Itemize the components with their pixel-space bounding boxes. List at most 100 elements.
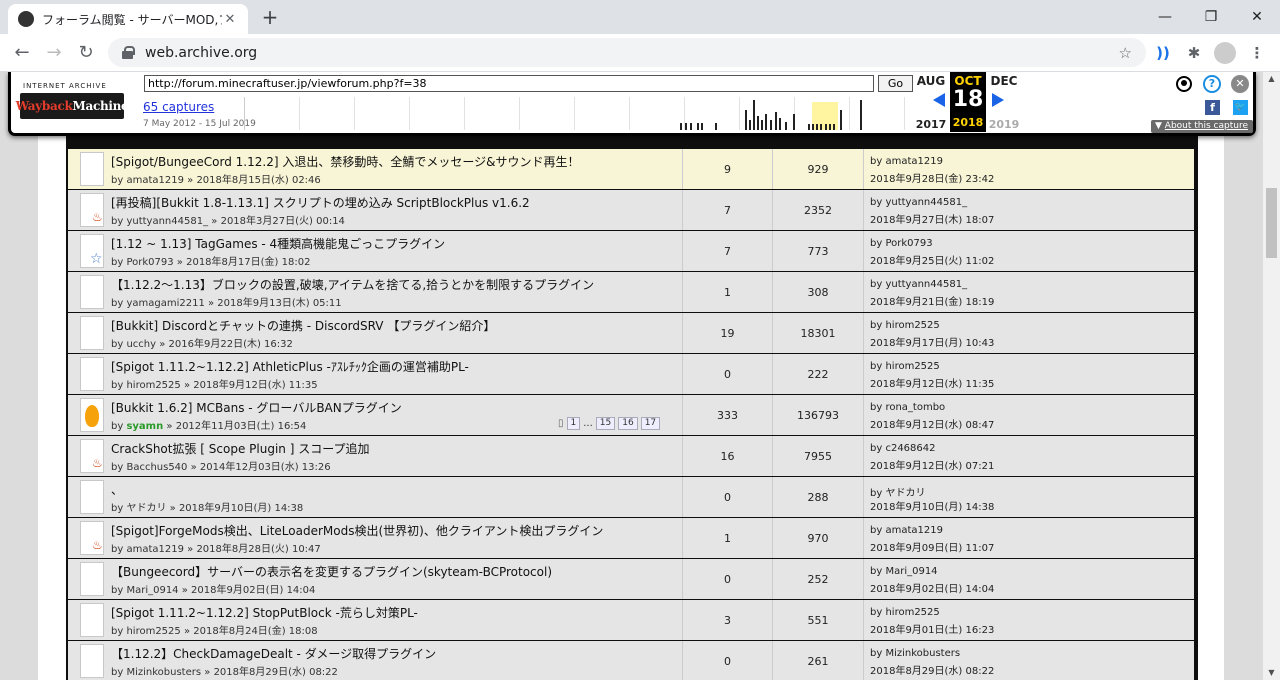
capture-bar[interactable] bbox=[829, 124, 831, 130]
topic-author-link[interactable]: Mizinkobusters bbox=[126, 667, 201, 678]
scroll-down-icon[interactable]: ▼ bbox=[1263, 666, 1280, 680]
capture-bar[interactable] bbox=[793, 114, 795, 130]
topic-author-link[interactable]: ヤドカリ bbox=[126, 503, 166, 514]
next-year-label[interactable]: 2019 bbox=[986, 118, 1022, 131]
restore-icon[interactable]: ❐ bbox=[1188, 0, 1234, 34]
facebook-icon[interactable]: f bbox=[1205, 100, 1220, 115]
prev-capture-icon[interactable] bbox=[931, 88, 947, 112]
sparkline-year-cell[interactable] bbox=[465, 97, 520, 130]
address-bar[interactable]: web.archive.org ☆ bbox=[108, 38, 1146, 67]
sparkline-year-cell[interactable] bbox=[575, 97, 630, 130]
topic-title-link[interactable]: [Spigot 1.11.2~1.12.2] AthleticPlus -ｱｽﾚ… bbox=[111, 358, 469, 375]
close-window-icon[interactable]: ✕ bbox=[1234, 0, 1280, 34]
captures-link[interactable]: 65 captures bbox=[143, 100, 214, 114]
bookmark-star-icon[interactable]: ☆ bbox=[1119, 44, 1132, 62]
sparkline-year-cell[interactable] bbox=[410, 97, 465, 130]
page-link[interactable]: 1 bbox=[566, 417, 581, 430]
capture-bar[interactable] bbox=[753, 100, 755, 130]
topic-author-link[interactable]: yamagami2211 bbox=[126, 298, 204, 309]
sparkline-year-cell[interactable] bbox=[630, 97, 685, 130]
sparkline-year-cell[interactable] bbox=[245, 97, 300, 130]
next-month-label[interactable]: DEC bbox=[986, 74, 1022, 88]
last-poster-link[interactable]: c2468642 bbox=[885, 443, 935, 454]
capture-bar[interactable] bbox=[715, 123, 717, 130]
extensions-puzzle-icon[interactable]: ✱ bbox=[1183, 42, 1205, 64]
topic-title-link[interactable]: CrackShot拡張 [ Scope Plugin ] スコープ追加 bbox=[111, 440, 370, 457]
sparkline-year-cell[interactable] bbox=[685, 97, 740, 130]
capture-bar[interactable] bbox=[745, 110, 747, 130]
capture-bar[interactable] bbox=[840, 110, 842, 130]
next-capture-icon[interactable] bbox=[990, 88, 1006, 112]
page-link[interactable]: 16 bbox=[618, 417, 638, 430]
capture-bar[interactable] bbox=[749, 120, 751, 130]
topic-title-link[interactable]: 【1.12.2〜1.13】ブロックの設置,破壊,アイテムを捨てる,拾うとかを制限… bbox=[111, 276, 594, 293]
topic-title-link[interactable]: [Bukkit] Discordとチャットの連携 - DiscordSRV 【プ… bbox=[111, 317, 495, 334]
prev-month-label[interactable]: AUG bbox=[913, 74, 949, 88]
forward-icon[interactable]: → bbox=[42, 41, 66, 65]
capture-bar[interactable] bbox=[757, 116, 759, 130]
capture-bar[interactable] bbox=[697, 123, 699, 130]
topic-author-link[interactable]: amata1219 bbox=[126, 175, 184, 186]
capture-bar[interactable] bbox=[761, 120, 763, 130]
capture-bar[interactable] bbox=[825, 124, 827, 130]
extension-wave-icon[interactable]: )) bbox=[1152, 42, 1174, 64]
topic-author-link[interactable]: hirom2525 bbox=[126, 380, 180, 391]
last-poster-link[interactable]: amata1219 bbox=[885, 525, 943, 536]
page-link[interactable]: 15 bbox=[595, 417, 616, 430]
last-poster-link[interactable]: yuttyann44581_ bbox=[885, 197, 967, 208]
last-poster-link[interactable]: Mizinkobusters bbox=[885, 648, 960, 659]
sparkline-year-cell[interactable] bbox=[300, 97, 355, 130]
capture-bar[interactable] bbox=[680, 123, 682, 130]
last-poster-link[interactable]: Mari_0914 bbox=[885, 566, 937, 577]
topic-author-link[interactable]: hirom2525 bbox=[126, 626, 180, 637]
scrollbar[interactable]: ▲ ▼ bbox=[1263, 72, 1280, 680]
capture-bar[interactable] bbox=[785, 122, 787, 130]
capture-sparkline[interactable] bbox=[244, 97, 909, 130]
capture-bar[interactable] bbox=[820, 124, 822, 130]
topic-author-link[interactable]: Pork0793 bbox=[126, 257, 173, 268]
last-poster-link[interactable]: hirom2525 bbox=[885, 361, 939, 372]
topic-title-link[interactable]: 、 bbox=[111, 481, 123, 498]
wayback-url-input[interactable]: http://forum.minecraftuser.jp/viewforum.… bbox=[144, 75, 874, 92]
topic-author-link[interactable]: ucchy bbox=[126, 339, 156, 350]
minimize-icon[interactable]: — bbox=[1142, 0, 1188, 34]
topic-title-link[interactable]: [Spigot]ForgeMods検出、LiteLoaderMods検出(世界初… bbox=[111, 522, 603, 539]
capture-bar[interactable] bbox=[770, 120, 772, 130]
topic-title-link[interactable]: [Bukkit 1.6.2] MCBans - グローバルBANプラグイン bbox=[111, 399, 402, 416]
twitter-icon[interactable]: 🐦 bbox=[1233, 100, 1248, 115]
prev-year-label[interactable]: 2017 bbox=[913, 118, 949, 131]
topic-title-link[interactable]: 【1.12.2】CheckDamageDealt - ダメージ取得プラグイン bbox=[111, 645, 436, 662]
help-icon[interactable]: ? bbox=[1203, 75, 1221, 93]
back-icon[interactable]: ← bbox=[10, 41, 34, 65]
last-poster-link[interactable]: rona_tombo bbox=[885, 402, 945, 413]
topic-title-link[interactable]: [Spigot/BungeeCord 1.12.2] 入退出、禁移動時、全鯖でメ… bbox=[111, 153, 579, 170]
capture-bar[interactable] bbox=[812, 124, 814, 130]
go-button[interactable]: Go bbox=[878, 75, 913, 92]
topic-author-link[interactable]: Bacchus540 bbox=[126, 462, 187, 473]
capture-bar[interactable] bbox=[816, 124, 818, 130]
capture-bar[interactable] bbox=[690, 123, 692, 130]
profile-avatar-icon[interactable] bbox=[1214, 42, 1236, 64]
wayback-logo[interactable]: Wayback Machine bbox=[16, 93, 129, 119]
scroll-up-icon[interactable]: ▲ bbox=[1263, 72, 1280, 86]
capture-bar[interactable] bbox=[808, 124, 810, 130]
last-poster-link[interactable]: hirom2525 bbox=[885, 607, 939, 618]
topic-title-link[interactable]: [1.12 ~ 1.13] TagGames - 4種類高機能鬼ごっこプラグイン bbox=[111, 235, 445, 252]
last-poster-link[interactable]: Pork0793 bbox=[885, 238, 932, 249]
last-poster-link[interactable]: amata1219 bbox=[885, 156, 943, 167]
account-icon[interactable] bbox=[1176, 76, 1192, 92]
topic-title-link[interactable]: [Spigot 1.11.2~1.12.2] StopPutBlock -荒らし… bbox=[111, 604, 418, 621]
topic-title-link[interactable]: [再投稿][Bukkit 1.8-1.13.1] スクリプトの埋め込み Scri… bbox=[111, 194, 530, 211]
close-tab-icon[interactable]: ✕ bbox=[222, 12, 238, 27]
browser-tab[interactable]: フォーラム閲覧 - サーバーMOD,プラグ ✕ bbox=[8, 4, 248, 34]
capture-bar[interactable] bbox=[779, 118, 781, 130]
capture-bar[interactable] bbox=[833, 124, 835, 130]
sparkline-year-cell[interactable] bbox=[850, 97, 905, 130]
capture-bar[interactable] bbox=[701, 123, 703, 130]
topic-author-link[interactable]: yuttyann44581_ bbox=[126, 216, 208, 227]
capture-bar[interactable] bbox=[685, 123, 687, 130]
sparkline-year-cell[interactable] bbox=[355, 97, 410, 130]
close-toolbar-icon[interactable]: ✕ bbox=[1231, 75, 1249, 93]
about-capture-link[interactable]: ▼ About this capture bbox=[1151, 120, 1253, 133]
new-tab-icon[interactable]: + bbox=[258, 5, 282, 29]
